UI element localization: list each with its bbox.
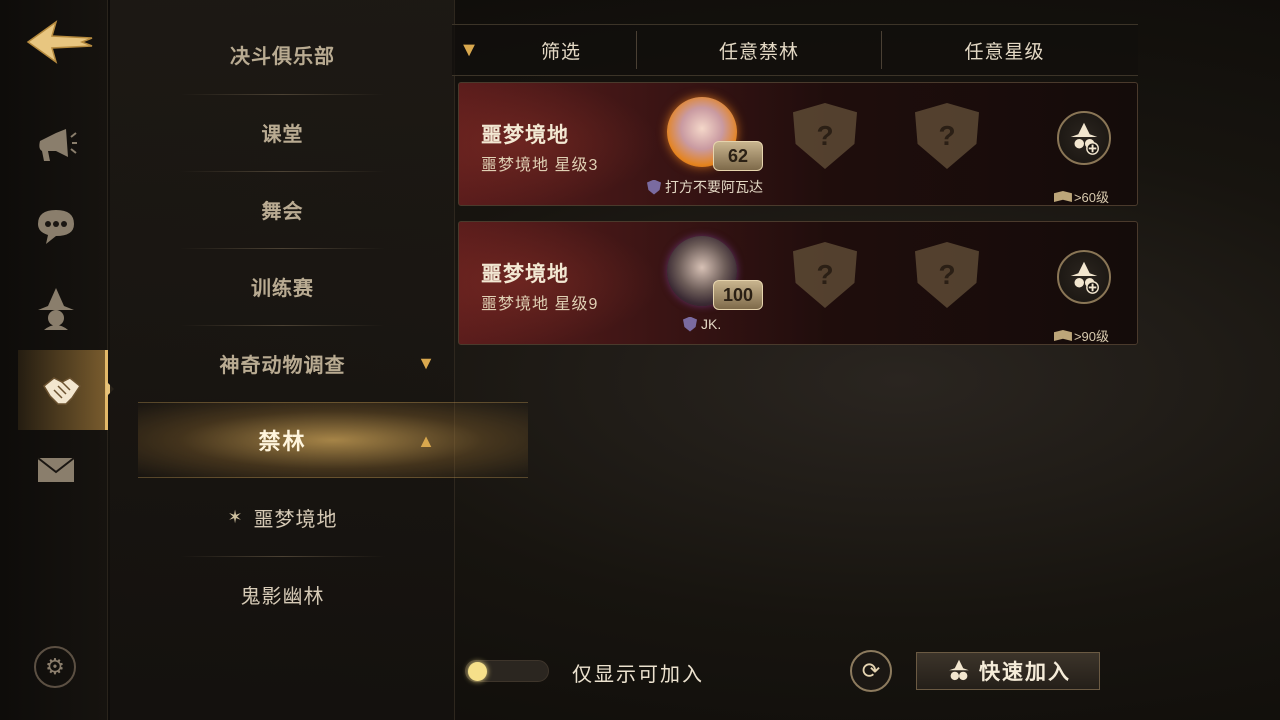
megaphone-icon[interactable]	[18, 113, 94, 177]
level-requirement: >90级	[1053, 326, 1109, 344]
empty-slot: ?	[915, 103, 979, 169]
refresh-button[interactable]: ⟳	[850, 650, 892, 692]
joinable-only-label: 仅显示可加入	[572, 664, 704, 686]
menu-item-ball[interactable]: 舞会	[180, 171, 385, 247]
chat-bubble-icon[interactable]	[18, 194, 94, 258]
menu-subitem-ghost-forest[interactable]: 鬼影幽林	[180, 556, 385, 632]
host-name: JK.	[683, 316, 721, 332]
empty-slot: ?	[793, 103, 857, 169]
host-name: 打方不要阿瓦达	[647, 177, 763, 197]
star-filter-dropdown[interactable]: 任意星级	[882, 25, 1127, 75]
forest-filter-dropdown[interactable]: 任意禁林	[637, 25, 881, 75]
host-name-text: 打方不要阿瓦达	[665, 179, 763, 195]
toggle-knob	[468, 662, 487, 681]
filter-bar: ▼ 筛选 任意禁林 任意星级	[452, 24, 1138, 76]
join-room-button[interactable]	[1057, 250, 1111, 304]
room-subtitle: 噩梦境地 星级9	[481, 296, 599, 313]
join-room-button[interactable]	[1057, 111, 1111, 165]
house-shield-icon	[647, 179, 661, 195]
wizard-hat-icon[interactable]	[18, 276, 94, 340]
menu-item-creature-survey[interactable]: 神奇动物调查	[180, 325, 385, 401]
selected-star-icon: ✶	[227, 506, 244, 527]
category-menu: 决斗俱乐部 课堂 舞会 训练赛 神奇动物调查 ▼ ▲ ✶ 噩梦境地 鬼影幽林	[110, 0, 528, 720]
quick-join-button[interactable]: 快速加入	[916, 652, 1100, 690]
joinable-only-toggle[interactable]	[465, 660, 549, 682]
host-name-text: JK.	[701, 316, 722, 332]
filter-button[interactable]: 筛选	[486, 25, 636, 75]
menu-item-forbidden-forest[interactable]: 禁林	[110, 402, 455, 478]
book-icon	[1053, 191, 1072, 202]
level-requirement-text: >90级	[1073, 329, 1109, 344]
envelope-icon[interactable]	[18, 438, 94, 502]
room-title: 噩梦境地	[481, 124, 569, 147]
book-icon	[1053, 330, 1072, 341]
wizard-group-icon	[949, 659, 969, 681]
menu-subitem-nightmare[interactable]: ✶ 噩梦境地	[180, 479, 385, 555]
handshake-icon[interactable]	[18, 350, 108, 430]
menu-subitem-nightmare-label: 噩梦境地	[253, 508, 338, 531]
chevron-down-icon[interactable]: ▼	[415, 352, 437, 374]
icon-rail: ⚙	[0, 0, 114, 720]
host-level-badge: 62	[713, 141, 763, 171]
room-card[interactable]: 噩梦境地 噩梦境地 星级9 100 JK. ? ? >90级	[458, 221, 1138, 345]
refresh-icon: ⟳	[861, 658, 881, 683]
level-requirement: >60级	[1053, 187, 1109, 205]
wizard-add-icon	[1070, 122, 1099, 155]
back-arrow-icon[interactable]	[26, 18, 96, 66]
room-title: 噩梦境地	[481, 263, 569, 286]
menu-item-classroom[interactable]: 课堂	[180, 94, 385, 170]
menu-item-duel-club[interactable]: 决斗俱乐部	[180, 16, 385, 92]
empty-slot: ?	[915, 242, 979, 308]
room-subtitle: 噩梦境地 星级3	[481, 157, 599, 174]
level-requirement-text: >60级	[1073, 190, 1109, 205]
quick-join-label: 快速加入	[979, 661, 1071, 684]
house-shield-icon	[683, 316, 697, 332]
filter-collapse-icon[interactable]: ▼	[452, 25, 486, 75]
menu-item-training[interactable]: 训练赛	[180, 248, 385, 324]
wizard-add-icon	[1070, 261, 1099, 294]
gear-icon[interactable]: ⚙	[34, 646, 76, 688]
host-level-badge: 100	[713, 280, 763, 310]
empty-slot: ?	[793, 242, 857, 308]
room-card[interactable]: 噩梦境地 噩梦境地 星级3 62 打方不要阿瓦达 ? ? >60级	[458, 82, 1138, 206]
